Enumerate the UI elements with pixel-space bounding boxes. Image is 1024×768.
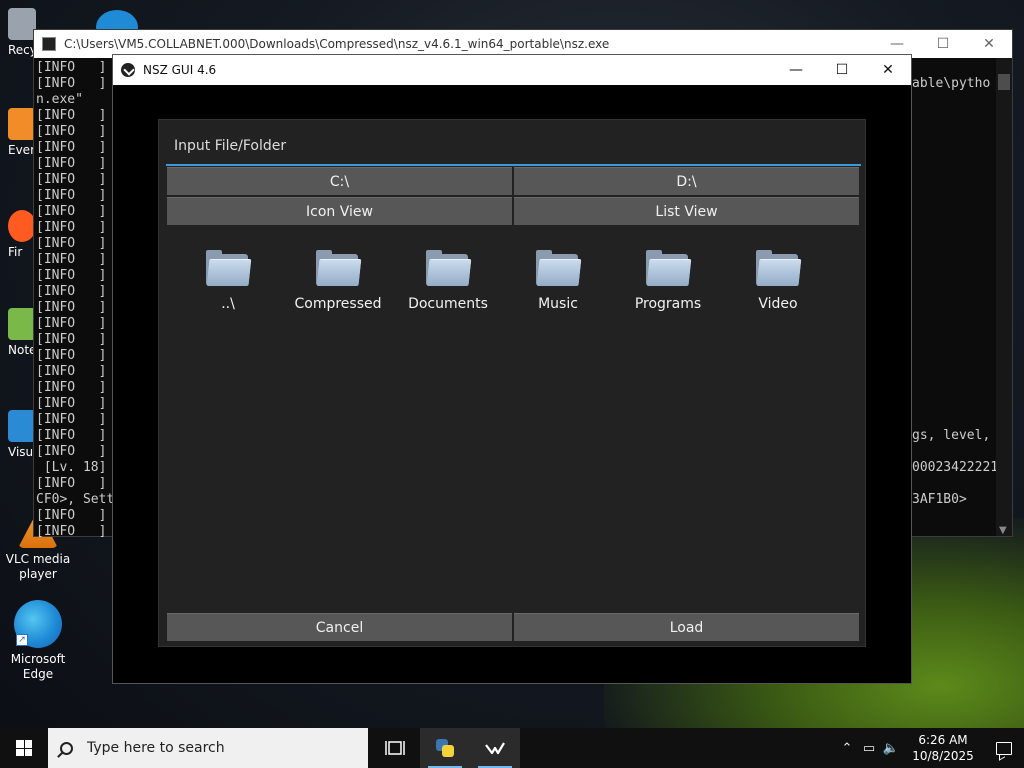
file-item-programs[interactable]: Programs [613, 250, 723, 312]
console-app-icon [42, 37, 56, 51]
firefox-icon [8, 210, 36, 242]
input-file-dialog: Input File/Folder C:\ D:\ Icon View List… [158, 119, 866, 647]
system-tray: ⌃ ▭ 🔈 6:26 AM 10/8/2025 [836, 728, 1024, 768]
python-icon [436, 739, 454, 757]
chevron-up-icon[interactable]: ⌃ [836, 741, 858, 756]
minimize-icon[interactable]: — [773, 55, 819, 85]
desktop-icon-edge[interactable]: ↗ Microsoft Edge [0, 600, 76, 682]
desktop-icon-label: Fir [8, 245, 23, 259]
minimize-icon[interactable]: — [874, 36, 920, 52]
recycle-bin-icon [8, 8, 36, 40]
notepad-icon [8, 308, 36, 340]
task-view-button[interactable] [370, 728, 420, 768]
console-line-fragment: 00023422221 [912, 460, 999, 475]
clock-time: 6:26 AM [918, 733, 968, 747]
search-icon [60, 741, 73, 755]
shortcut-arrow-icon: ↗ [16, 634, 28, 646]
file-item-label: Video [758, 296, 798, 312]
folder-icon [756, 250, 802, 286]
view-buttons: Icon View List View [167, 197, 859, 225]
file-item-music[interactable]: Music [503, 250, 613, 312]
network-icon[interactable]: ▭ [858, 741, 880, 756]
load-button[interactable]: Load [514, 613, 859, 641]
file-item-label: Compressed [294, 296, 382, 312]
taskbar-nsz-app[interactable] [470, 728, 520, 768]
file-item-label: Music [538, 296, 578, 312]
console-title: C:\Users\VM5.COLLABNET.000\Downloads\Com… [64, 37, 610, 51]
folder-icon [426, 250, 472, 286]
scrollbar-thumb[interactable] [998, 74, 1010, 90]
file-item-video[interactable]: Video [723, 250, 833, 312]
file-item-parent[interactable]: ..\ [173, 250, 283, 312]
maximize-icon[interactable]: ☐ [819, 55, 865, 85]
dialog-action-buttons: Cancel Load [167, 613, 859, 641]
desktop-icon-label: VLC media player [5, 552, 71, 581]
vscode-icon [8, 410, 36, 442]
taskbar: Type here to search ⌃ ▭ 🔈 6:26 AM 10/8/2… [0, 728, 1024, 768]
start-button[interactable] [0, 728, 48, 768]
file-item-label: Programs [634, 296, 702, 312]
clock-date: 10/8/2025 [912, 749, 974, 763]
close-icon[interactable]: ✕ [966, 36, 1012, 52]
nsz-title-bar[interactable]: NSZ GUI 4.6 — ☐ ✕ [113, 55, 911, 85]
folder-icon [206, 250, 252, 286]
dialog-title: Input File/Folder [174, 138, 287, 154]
file-item-compressed[interactable]: Compressed [283, 250, 393, 312]
list-view-button[interactable]: List View [514, 197, 859, 225]
taskbar-search-box[interactable]: Type here to search [48, 728, 368, 768]
console-line-fragment: 3AF1B0> [912, 492, 967, 507]
task-view-icon [385, 741, 405, 755]
maximize-icon[interactable]: ☐ [920, 36, 966, 52]
folder-icon [646, 250, 692, 286]
console-scrollbar[interactable]: ▼ [996, 58, 1012, 536]
folder-icon [316, 250, 362, 286]
drive-buttons: C:\ D:\ [167, 167, 859, 195]
desktop-icon-firefox[interactable]: Fir [8, 210, 36, 259]
nsz-window-title: NSZ GUI 4.6 [143, 63, 217, 77]
evernote-icon [8, 108, 36, 140]
taskbar-python-app[interactable] [420, 728, 470, 768]
console-line-fragment: able\pytho [912, 76, 991, 91]
cancel-button[interactable]: Cancel [167, 613, 512, 641]
file-item-label: Documents [408, 296, 488, 312]
windows-logo-icon [16, 740, 32, 756]
file-grid: ..\ Compressed Documents Music Programs … [171, 250, 855, 330]
notification-icon [996, 741, 1012, 755]
drive-d-button[interactable]: D:\ [514, 167, 859, 195]
desktop-icon-label: Ever [8, 143, 35, 157]
file-item-documents[interactable]: Documents [393, 250, 503, 312]
nsz-taskbar-icon [485, 742, 505, 755]
folder-icon [536, 250, 582, 286]
file-item-label: ..\ [221, 296, 235, 312]
clock[interactable]: 6:26 AM 10/8/2025 [908, 732, 978, 764]
desktop-icon-label: Microsoft Edge [10, 652, 66, 681]
volume-icon[interactable]: 🔈 [880, 741, 902, 756]
notification-center-button[interactable] [984, 728, 1024, 768]
nsz-app-icon [121, 63, 135, 77]
scroll-down-icon[interactable]: ▼ [999, 525, 1007, 536]
close-icon[interactable]: ✕ [865, 55, 911, 85]
icon-view-button[interactable]: Icon View [167, 197, 512, 225]
drive-c-button[interactable]: C:\ [167, 167, 512, 195]
search-placeholder: Type here to search [87, 740, 225, 756]
desktop-icon-evernote[interactable]: Ever [8, 108, 36, 157]
dialog-title-underline [166, 164, 861, 166]
console-line-fragment: gs, level, [912, 428, 991, 443]
nsz-gui-window[interactable]: NSZ GUI 4.6 — ☐ ✕ Input File/Folder C:\ … [112, 54, 912, 684]
edge-icon: ↗ [14, 600, 62, 648]
